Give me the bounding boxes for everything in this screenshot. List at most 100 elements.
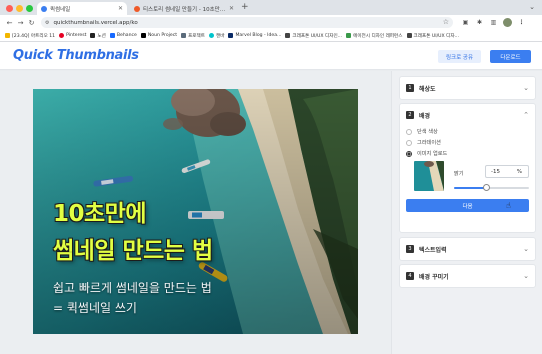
canva-icon [208,33,214,38]
favicon-icon [41,5,47,12]
step-number: 3 [406,245,414,253]
folder-icon [406,33,412,38]
folder-icon [285,33,291,38]
favicon-icon [134,5,140,12]
extensions-icon[interactable]: ▣ [461,18,470,27]
browser-tabbar: 퀵썸네일 ✕ 티스토리 썸네일 만들기 - 10초만에 뚝딱... ✕ + ⌄ [0,0,542,15]
site-info-icon[interactable]: ⚙ [45,20,49,26]
maximize-window-icon[interactable] [26,5,33,12]
app-logo[interactable]: Quick Thumbnails [13,48,139,63]
chevron-down-icon[interactable]: ⌄ [523,84,529,92]
bookmark-label: 크래프톤 UI/UX 디자... [413,33,459,39]
slider-fill [454,187,486,189]
hand-cursor-icon: ☝ [506,201,511,210]
bookmark-item[interactable]: Noun Project [140,33,177,38]
forward-icon[interactable]: → [15,19,26,27]
chevron-up-icon[interactable]: ⌃ [523,111,529,119]
brightness-label: 밝기 [454,171,464,177]
section-background-header[interactable]: 2 배경 ⌃ [400,104,535,126]
radio-image-upload[interactable]: 이미지 업로드 [400,148,535,159]
chevron-down-icon[interactable]: ⌄ [523,272,529,280]
section-title: 해상도 [419,85,436,93]
brightness-slider[interactable] [454,184,529,191]
bookmarks-bar: [23.4Q] 아트리오 11 Pinterest 노션 Behance Nou… [0,30,542,42]
thumbnail-title-line1[interactable]: 10초만에 [53,194,147,228]
close-window-icon[interactable] [6,5,13,12]
marvel-icon [228,33,234,38]
section-background: 2 배경 ⌃ 단색 색상 그라데이션 이미지 업로드 밝기 -15 % 다음 [399,103,536,233]
share-link-button[interactable]: 링크로 공유 [438,50,481,63]
image-settings-row: 밝기 -15 % [400,161,535,197]
thumbnail-title-line2[interactable]: 썸네일 만드는 법 [53,231,213,265]
notion-icon [90,33,96,38]
radio-label: 그라데이션 [417,140,441,146]
bookmark-item[interactable]: 에이전시 디자인 레퍼런스 [346,33,403,39]
radio-gradient[interactable]: 그라데이션 [400,137,535,148]
pinterest-icon [59,33,65,38]
bookmark-label: 노션 [97,33,106,39]
back-icon[interactable]: ← [4,19,15,27]
bookmark-label: Behance [116,33,137,38]
sidepanel-icon[interactable]: ▥ [489,18,498,27]
thumbnail-subtitle-line1[interactable]: 쉽고 빠르게 썸네일을 만드는 법 [53,279,212,296]
bookmark-label: Marvel Blog - Idea... [235,33,282,38]
noun-project-icon [140,33,146,38]
url-text: quickthumbnails.vercel.app/ko [53,19,138,26]
radio-solid-color[interactable]: 단색 색상 [400,126,535,137]
brightness-unit: % [516,168,522,175]
bookmark-label: Pinterest [66,33,87,38]
tab-title: 티스토리 썸네일 만들기 - 10초만에 뚝딱... [143,6,226,13]
section-title: 배경 [419,112,431,120]
bookmark-label: [23.4Q] 아트리오 11 [12,33,56,39]
bookmark-item[interactable]: 크래프톤 UI/UX 디자인... [285,33,342,39]
bookmark-item[interactable]: Behance [109,33,137,38]
reload-icon[interactable]: ↻ [26,19,37,27]
minimize-window-icon[interactable] [16,5,23,12]
thumbnail-subtitle-line2[interactable]: = 퀵썸네일 쓰기 [53,299,137,316]
plus-icon[interactable]: + [241,2,249,13]
behance-icon [109,33,115,38]
chevron-down-icon[interactable]: ⌄ [529,3,535,11]
radio-button[interactable] [406,128,412,135]
bookmark-item[interactable]: 프로젝트 [181,33,205,39]
chevron-down-icon[interactable]: ⌄ [523,245,529,253]
radio-button[interactable] [406,150,412,157]
profile-avatar[interactable] [503,18,512,27]
more-menu-icon[interactable]: ⋮ [517,18,526,27]
url-input[interactable]: ⚙ quickthumbnails.vercel.app/ko ☆ [41,17,453,28]
brightness-input[interactable]: -15 % [485,165,529,178]
close-tab-icon[interactable]: ✕ [229,5,234,12]
radio-button[interactable] [406,139,412,146]
download-button[interactable]: 다운로드 [490,50,531,63]
bookmark-item[interactable]: Marvel Blog - Idea... [228,33,281,38]
close-tab-icon[interactable]: ✕ [118,5,123,12]
thumbnail-preview[interactable]: 10초만에 썸네일 만드는 법 쉽고 빠르게 썸네일을 만드는 법 = 퀵썸네일… [33,89,358,334]
folder-icon [346,33,352,38]
app-header: Quick Thumbnails 링크로 공유 다운로드 [0,42,542,70]
bookmark-star-icon[interactable]: ☆ [443,18,449,26]
bookmark-item[interactable]: 캔바 [208,33,225,39]
section-resolution[interactable]: 1 해상도 ⌄ [399,76,536,100]
bookmark-label: 크래프톤 UI/UX 디자인... [292,33,343,39]
section-decorate-background[interactable]: 4 배경 꾸미기 ⌄ [399,264,536,288]
slider-handle[interactable] [483,184,490,191]
step-number: 2 [406,111,414,119]
bookmark-item[interactable]: [23.4Q] 아트리오 11 [5,33,55,39]
uploaded-image-thumbnail[interactable] [414,161,444,191]
bookmark-label: 프로젝트 [188,33,205,39]
bookmark-label: 에이전시 디자인 레퍼런스 [353,33,403,39]
radio-label: 이미지 업로드 [417,151,448,157]
section-title: 텍스트입력 [419,246,447,254]
step-number: 4 [406,272,414,280]
folder-icon [181,33,187,38]
bookmark-item[interactable]: 크래프톤 UI/UX 디자... [406,33,459,39]
bookmark-item[interactable]: Pinterest [59,33,86,38]
tab-tistory[interactable]: 티스토리 썸네일 만들기 - 10초만에 뚝딱... ✕ [130,2,238,15]
bookmark-label: 캔바 [215,33,225,39]
puzzle-icon[interactable]: ✱ [475,18,484,27]
tab-title: 퀵썸네일 [50,6,71,13]
bookmark-item[interactable]: 노션 [90,33,106,39]
tab-quickthumbnails[interactable]: 퀵썸네일 ✕ [37,2,127,15]
section-text-input[interactable]: 3 텍스트입력 ⌄ [399,237,536,261]
radio-label: 단색 색상 [417,129,438,135]
